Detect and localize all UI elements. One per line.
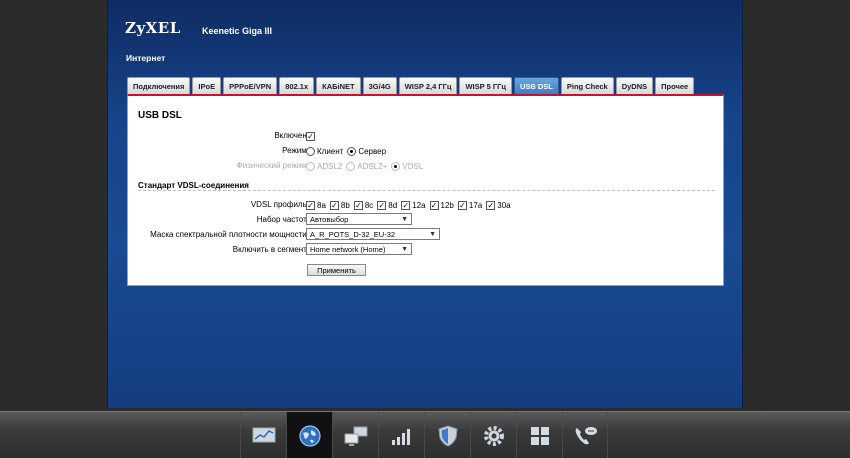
profile-12a-checkbox[interactable]: ✓ xyxy=(401,201,411,210)
dock-home-network[interactable] xyxy=(332,412,378,458)
mode-client-radio[interactable] xyxy=(306,147,315,156)
tab-pppoe-vpn[interactable]: PPPoE/VPN xyxy=(223,77,278,94)
page-title: Интернет xyxy=(126,53,166,63)
phys-adsl2-label: ADSL2 xyxy=(317,162,343,171)
profile-8b-checkbox[interactable]: ✓ xyxy=(329,201,339,210)
dock-wifi[interactable] xyxy=(378,412,424,458)
freq-set-label: Набор частот: xyxy=(256,215,309,224)
freq-set-value: Автовыбор xyxy=(310,214,349,224)
main-window: ZyXEL Keenetic Giga III Интернет Подключ… xyxy=(107,0,743,408)
chevron-down-icon: ▼ xyxy=(429,230,436,238)
enabled-checkbox[interactable]: ✓ xyxy=(306,132,315,141)
phys-vdsl-radio xyxy=(391,162,401,171)
vdsl-section-heading: Стандарт VDSL-соединения xyxy=(138,181,249,190)
phone-chat-icon xyxy=(575,426,597,444)
tab-bar: Подключения IPoE PPPoE/VPN 802.1x КАБiNE… xyxy=(127,77,696,94)
gear-icon xyxy=(483,425,504,446)
dock-system[interactable] xyxy=(470,412,516,458)
psd-mask-value: A_R_POTS_D-32_EU-32 xyxy=(310,229,396,239)
mode-client-label: Клиент xyxy=(317,147,344,156)
zyxel-logo: ZyXEL xyxy=(125,19,181,37)
psd-mask-label: Маска спектральной плотности мощности: xyxy=(150,230,309,239)
dock-telephony[interactable] xyxy=(562,412,608,458)
monitor-chart-icon xyxy=(252,427,275,442)
profile-12b-label: 12b xyxy=(440,201,454,210)
profile-8a-checkbox[interactable]: ✓ xyxy=(306,201,315,210)
mode-server-label: Сервер xyxy=(358,147,387,156)
profile-8c-label: 8c xyxy=(364,201,374,210)
dock-security[interactable] xyxy=(424,412,470,458)
phys-mode-label: Физический режим: xyxy=(236,161,309,170)
bottom-dock xyxy=(0,411,850,458)
tab-usb-dsl[interactable]: USB DSL xyxy=(513,77,559,94)
apply-button[interactable]: Применить xyxy=(307,264,366,276)
section-divider xyxy=(138,190,715,191)
segment-value: Home network (Home) xyxy=(310,244,386,254)
psd-mask-select[interactable]: A_R_POTS_D-32_EU-32 ▼ xyxy=(306,228,440,240)
tab-connections[interactable]: Подключения xyxy=(127,77,191,94)
profile-8b-label: 8b xyxy=(340,201,350,210)
profile-17a-checkbox[interactable]: ✓ xyxy=(457,201,467,210)
phys-adsl2-radio xyxy=(306,162,315,171)
usb-dsl-panel: USB DSL Включен: ✓ Режим: Клиент Сервер … xyxy=(127,94,724,286)
enabled-label: Включен: xyxy=(274,131,309,140)
phys-adsl2plus-radio xyxy=(346,162,356,171)
segment-label: Включить в сегмент: xyxy=(232,245,309,254)
profile-12b-checkbox[interactable]: ✓ xyxy=(429,201,439,210)
tab-dydns[interactable]: DyDNS xyxy=(615,77,654,94)
profile-8d-checkbox[interactable]: ✓ xyxy=(377,201,387,210)
tab-wisp-24[interactable]: WISP 2,4 ГГц xyxy=(398,77,458,94)
dock-internet[interactable] xyxy=(286,412,332,458)
network-computers-icon xyxy=(344,426,367,446)
profile-8d-label: 8d xyxy=(388,201,398,210)
profile-30a-label: 30a xyxy=(497,201,511,210)
profile-8c-checkbox[interactable]: ✓ xyxy=(353,201,363,210)
apps-grid-icon xyxy=(530,426,549,445)
profile-17a-label: 17a xyxy=(468,201,483,210)
globe-icon xyxy=(298,424,321,447)
tab-kabinet[interactable]: КАБiNET xyxy=(316,77,361,94)
panel-title: USB DSL xyxy=(138,110,182,121)
vdsl-profile-label: VDSL профиль: xyxy=(250,200,309,209)
freq-set-select[interactable]: Автовыбор ▼ xyxy=(306,213,412,225)
tab-ipoe[interactable]: IPoE xyxy=(192,77,222,94)
phys-adsl2plus-label: ADSL2+ xyxy=(357,162,388,171)
chevron-down-icon: ▼ xyxy=(401,245,408,253)
tab-8021x[interactable]: 802.1x xyxy=(279,77,315,94)
tab-other[interactable]: Прочее xyxy=(655,77,695,94)
phys-vdsl-label: VDSL xyxy=(402,162,424,171)
chevron-down-icon: ▼ xyxy=(401,215,408,223)
signal-bars-icon xyxy=(391,428,410,445)
tab-ping-check[interactable]: Ping Check xyxy=(560,77,614,94)
profile-30a-checkbox[interactable]: ✓ xyxy=(486,201,496,210)
dock-monitor[interactable] xyxy=(240,412,286,458)
mode-label: Режим: xyxy=(282,146,309,155)
tab-wisp-5[interactable]: WISP 5 ГГц xyxy=(459,77,512,94)
tab-3g4g[interactable]: 3G/4G xyxy=(362,77,397,94)
profile-12a-label: 12a xyxy=(412,201,426,210)
segment-select[interactable]: Home network (Home) ▼ xyxy=(306,243,412,255)
shield-icon xyxy=(437,424,458,447)
profile-8a-label: 8a xyxy=(317,201,326,210)
dock-apps[interactable] xyxy=(516,412,562,458)
mode-server-radio[interactable] xyxy=(347,147,357,156)
model-name: Keenetic Giga III xyxy=(202,26,273,36)
